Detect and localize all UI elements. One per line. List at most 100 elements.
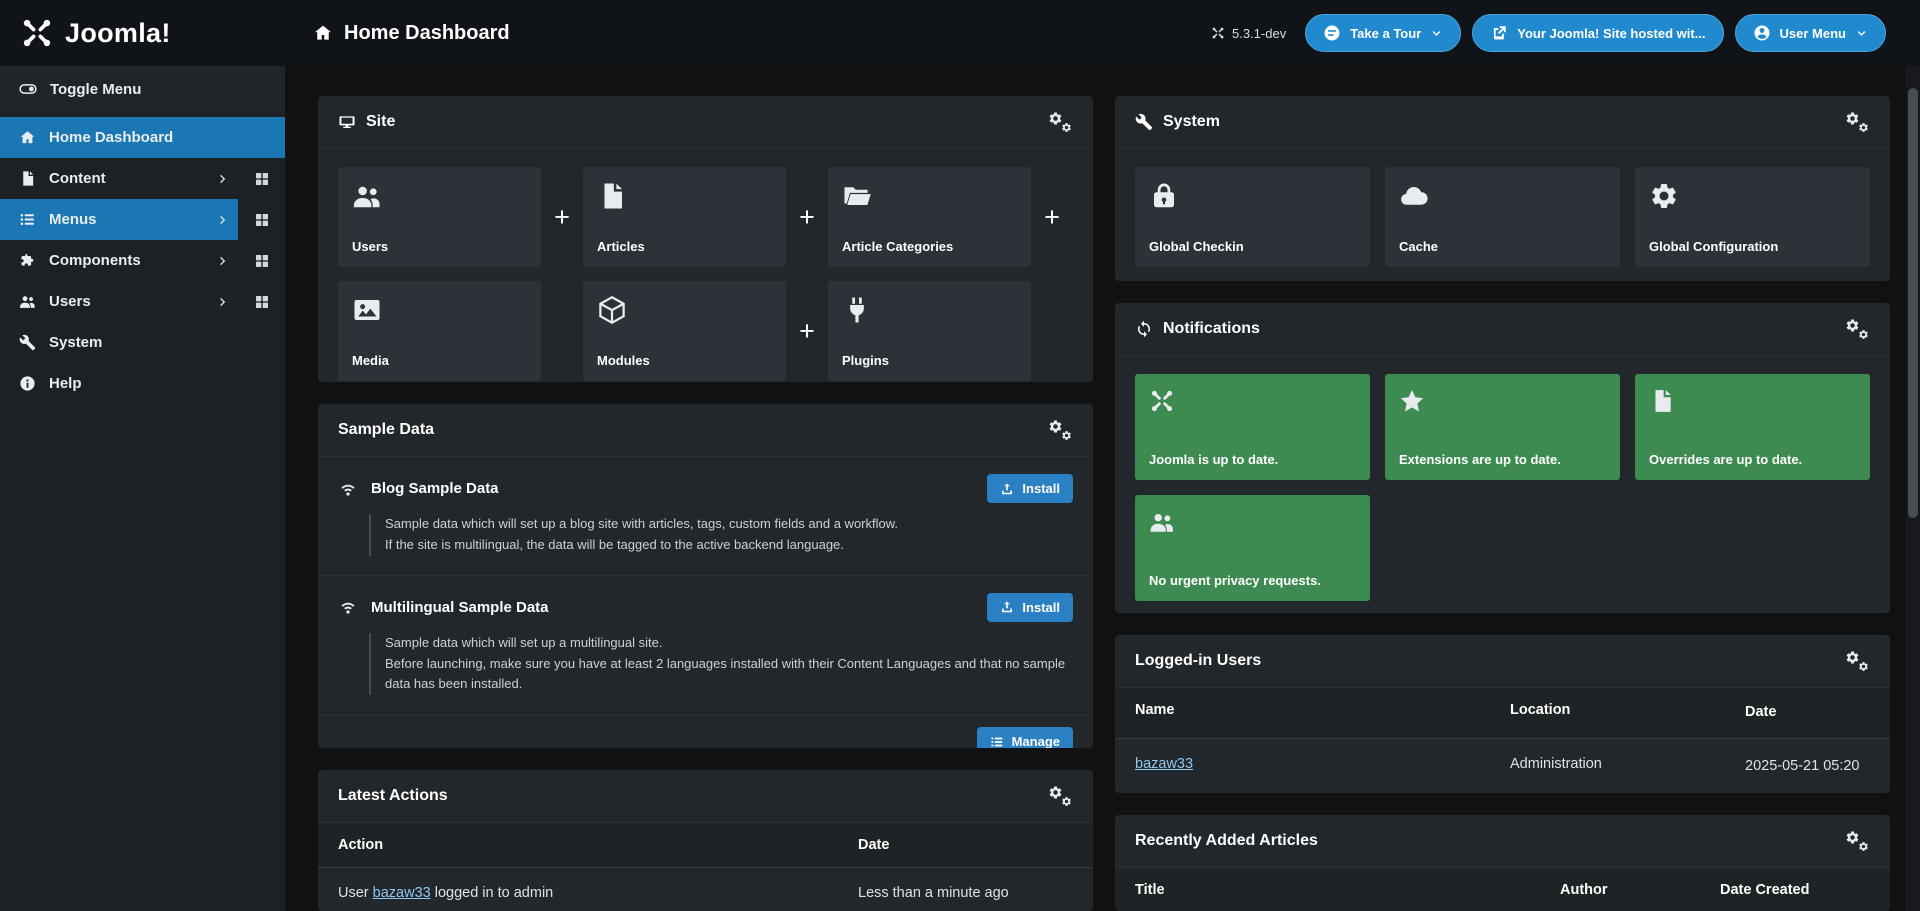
card-options-gears-icon[interactable] bbox=[1843, 650, 1870, 672]
sidebar-item-label: Home Dashboard bbox=[49, 129, 173, 146]
description-line: Sample data which will set up a blog sit… bbox=[385, 514, 1073, 535]
folder-icon bbox=[842, 181, 872, 211]
help-icon bbox=[19, 375, 36, 392]
home-icon bbox=[313, 23, 333, 43]
pill-label: User Menu bbox=[1780, 26, 1846, 41]
recently-added-articles-card: Recently Added Articles Title Author Dat… bbox=[1115, 815, 1890, 911]
scrollbar-thumb[interactable] bbox=[1908, 88, 1918, 518]
button-label: Install bbox=[1022, 600, 1060, 615]
topbar-actions: 5.3.1-dev Take a Tour Your Joomla! Site … bbox=[1211, 14, 1920, 52]
left-column: Site Users + Articles bbox=[318, 96, 1093, 911]
sidebar-item-system[interactable]: System bbox=[0, 322, 285, 363]
sidebar-link-menus[interactable]: Menus bbox=[0, 199, 238, 240]
add-article-button[interactable]: + bbox=[799, 204, 815, 231]
article-categories-tile[interactable]: Article Categories bbox=[828, 167, 1031, 267]
joomla-brand[interactable]: Joomla! bbox=[0, 16, 285, 50]
sample-data-title: Blog Sample Data bbox=[371, 480, 499, 497]
wrench-icon bbox=[1135, 113, 1153, 131]
sidebar-link-content[interactable]: Content bbox=[0, 158, 238, 199]
components-dashboard-button[interactable] bbox=[238, 240, 285, 281]
take-a-tour-button[interactable]: Take a Tour bbox=[1305, 14, 1461, 52]
notifications-card-header: Notifications bbox=[1115, 303, 1890, 356]
add-module-button[interactable]: + bbox=[799, 318, 815, 345]
sidebar-item-label: Content bbox=[49, 170, 106, 187]
card-options-gears-icon[interactable] bbox=[1046, 419, 1073, 441]
file-icon bbox=[1649, 388, 1675, 414]
privacy-requests-tile[interactable]: No urgent privacy requests. bbox=[1135, 495, 1370, 601]
card-title: Site bbox=[366, 113, 395, 131]
media-tile[interactable]: Media bbox=[338, 281, 541, 381]
logo-text: Joomla! bbox=[65, 18, 171, 49]
cache-tile[interactable]: Cache bbox=[1385, 167, 1620, 267]
sidebar-item-label: Help bbox=[49, 375, 82, 392]
chevron-right-icon bbox=[216, 213, 230, 227]
plug-icon bbox=[842, 295, 872, 325]
page-title: Home Dashboard bbox=[313, 22, 510, 45]
add-category-button[interactable]: + bbox=[1044, 204, 1060, 231]
user-circle-icon bbox=[1753, 24, 1771, 42]
content-dashboard-button[interactable] bbox=[238, 158, 285, 199]
sidebar-link-components[interactable]: Components bbox=[0, 240, 238, 281]
tile-label: Extensions are up to date. bbox=[1399, 452, 1606, 468]
card-title: System bbox=[1163, 113, 1220, 131]
sample-data-description: Sample data which will set up a blog sit… bbox=[369, 514, 1073, 556]
menus-dashboard-button[interactable] bbox=[238, 199, 285, 240]
install-multilingual-sample-button[interactable]: Install bbox=[987, 593, 1073, 622]
latest-actions-card: Latest Actions Action Date User bazaw33 … bbox=[318, 770, 1093, 911]
chevron-down-icon bbox=[1855, 27, 1868, 40]
card-options-gears-icon[interactable] bbox=[1843, 318, 1870, 340]
sidebar-item-help[interactable]: Help bbox=[0, 363, 285, 404]
overrides-up-to-date-tile[interactable]: Overrides are up to date. bbox=[1635, 374, 1870, 480]
cloud-icon bbox=[1399, 181, 1429, 211]
site-shortcuts-grid: Users + Articles + Article Categories bbox=[318, 149, 1093, 382]
extensions-up-to-date-tile[interactable]: Extensions are up to date. bbox=[1385, 374, 1620, 480]
grid-icon bbox=[254, 212, 270, 228]
user-menu-button[interactable]: User Menu bbox=[1735, 14, 1886, 52]
upload-icon bbox=[1000, 482, 1014, 496]
components-icon bbox=[19, 252, 36, 269]
card-options-gears-icon[interactable] bbox=[1843, 111, 1870, 133]
column-header-title: Title bbox=[1135, 882, 1560, 898]
image-icon bbox=[352, 295, 382, 325]
card-title: Notifications bbox=[1163, 320, 1260, 338]
action-text: User bbox=[338, 885, 373, 901]
manage-button[interactable]: Manage bbox=[977, 727, 1073, 748]
version-text: 5.3.1-dev bbox=[1232, 26, 1286, 41]
joomla-logo-icon bbox=[20, 16, 54, 50]
install-blog-sample-button[interactable]: Install bbox=[987, 474, 1073, 503]
action-date: Less than a minute ago bbox=[858, 885, 1073, 901]
global-checkin-tile[interactable]: Global Checkin bbox=[1135, 167, 1370, 267]
joomla-up-to-date-tile[interactable]: Joomla is up to date. bbox=[1135, 374, 1370, 480]
global-configuration-tile[interactable]: Global Configuration bbox=[1635, 167, 1870, 267]
content-icon bbox=[19, 170, 36, 187]
latest-actions-card-header: Latest Actions bbox=[318, 770, 1093, 823]
scrollbar[interactable] bbox=[1906, 66, 1920, 911]
hosted-site-button[interactable]: Your Joomla! Site hosted wit... bbox=[1472, 14, 1723, 52]
sidebar-item-content: Content bbox=[0, 158, 285, 199]
table-header: Title Author Date Created bbox=[1115, 868, 1890, 911]
button-label: Install bbox=[1022, 481, 1060, 496]
card-options-gears-icon[interactable] bbox=[1843, 830, 1870, 852]
sidebar-link-users[interactable]: Users bbox=[0, 281, 238, 322]
card-options-gears-icon[interactable] bbox=[1046, 111, 1073, 133]
user-name-cell: bazaw33 bbox=[1135, 756, 1510, 772]
user-link[interactable]: bazaw33 bbox=[373, 885, 431, 901]
system-card-header: System bbox=[1115, 96, 1890, 149]
sidebar-item-toggle-menu[interactable]: Toggle Menu bbox=[0, 66, 285, 112]
version-indicator[interactable]: 5.3.1-dev bbox=[1211, 26, 1286, 41]
chevron-right-icon bbox=[216, 295, 230, 309]
description-line: If the site is multilingual, the data wi… bbox=[385, 535, 1073, 556]
add-user-button[interactable]: + bbox=[554, 204, 570, 231]
articles-tile[interactable]: Articles bbox=[583, 167, 786, 267]
tile-label: Joomla is up to date. bbox=[1149, 452, 1356, 468]
users-tile[interactable]: Users bbox=[338, 167, 541, 267]
card-options-gears-icon[interactable] bbox=[1046, 785, 1073, 807]
joomla-icon bbox=[1149, 388, 1175, 414]
plugins-tile[interactable]: Plugins bbox=[828, 281, 1031, 381]
modules-tile[interactable]: Modules bbox=[583, 281, 786, 381]
users-dashboard-button[interactable] bbox=[238, 281, 285, 322]
multilingual-sample-data-item: Multilingual Sample Data Install Sample … bbox=[318, 575, 1093, 714]
table-row: bazaw33 Administration 2025-05-21 05:20 bbox=[1115, 739, 1890, 793]
sidebar-item-home-dashboard[interactable]: Home Dashboard bbox=[0, 117, 285, 158]
user-link[interactable]: bazaw33 bbox=[1135, 756, 1193, 772]
